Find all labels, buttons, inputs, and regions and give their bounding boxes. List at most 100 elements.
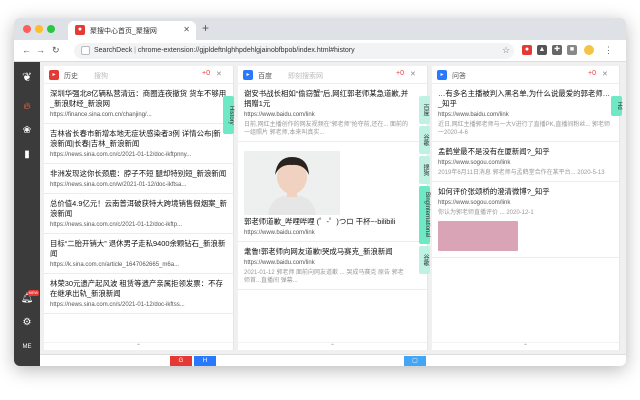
result-item[interactable]: 非洲发现这你长颈鹿：脖子不短 腿却特别短_新浪新闻 https://news.s… [44, 164, 233, 194]
engine-tag-active[interactable]: BingInternational [419, 186, 430, 244]
result-item[interactable]: 如何评价张颂桥的澄清微博?_知乎 https://www.sogou.com/l… [432, 182, 619, 258]
result-url: https://k.sina.com.cn/article_1647062665… [50, 262, 180, 268]
result-item[interactable]: …有多名主播被判入黑名单,为什么说最爱的郭老师…_知乎 https://www.… [432, 84, 619, 142]
tab-bar: ● 聚搜中心首页_聚搜网 ✕ + [14, 18, 626, 40]
forward-button[interactable]: → [36, 45, 45, 55]
result-snippet: 2019年6月11日消息 郭老师与孟鹤堂合作在某平台... 2020-5-13 [438, 170, 605, 176]
result-snippet: 你认为郭老师直播评价 ... 2020-12-1 [438, 210, 534, 216]
history-logo-icon: ▸ [49, 70, 59, 80]
result-item[interactable]: 耄鲁!郭老师向网友道歉!哭成马赛克_新浪新闻 https://www.baidu… [238, 242, 427, 290]
column-title: 问答 [452, 73, 466, 80]
address-bar[interactable]: SearchDeck | chrome-extension://gjpldeft… [74, 43, 514, 59]
column-count[interactable]: +0 [588, 70, 596, 77]
result-item[interactable]: 孟鹤堂最不是没有在厦新闻?_知乎 https://www.sogou.com/l… [432, 142, 619, 182]
result-title[interactable]: 目标“二胎开销大” 退休男子走私9400余颗钻石_新浪新闻 [50, 239, 227, 259]
extension-icon-2[interactable]: ■ [567, 45, 577, 55]
browser-tab[interactable]: ● 聚搜中心首页_聚搜网 ✕ [68, 21, 196, 40]
baidu-logo-icon: ▸ [243, 70, 253, 80]
result-url: https://www.baidu.com/link [244, 112, 315, 118]
bell-icon[interactable]: 🔔︎ NEW [14, 290, 40, 308]
extension-page-icon [81, 46, 90, 55]
result-url: https://news.sina.com.cn/c/2021-01-12/do… [50, 222, 183, 228]
column-title: 历史 [64, 73, 78, 80]
result-url: https://news.sina.com.cn/c/2021-01-12/do… [50, 152, 192, 158]
bottom-engine-button[interactable]: ▢ [404, 356, 426, 366]
page-content: ❦ 🔥︎ ❀ ▮ 🔔︎ NEW ⚙ ME ▸ 历史 搜狗 +0 ✕ 深圳华强北8亿… [14, 62, 626, 366]
result-item[interactable]: 总价值4.9亿元！云南普洱破获特大跨境销售假烟案_新浪新闻 https://ne… [44, 194, 233, 234]
gear-icon[interactable]: ⚙ [14, 314, 40, 332]
result-item[interactable]: 林荣30元遗产起风波 租赁等遗产亲属拒领发票：不存在继承出轨_新浪新闻 http… [44, 274, 233, 314]
minimize-window-button[interactable] [35, 25, 43, 33]
column-close-icon[interactable]: ✕ [602, 70, 608, 78]
result-title[interactable]: 孟鹤堂最不是没有在厦新闻?_知乎 [438, 147, 613, 157]
column-history: ▸ 历史 搜狗 +0 ✕ 深圳华强北8亿辆私营清远：商圈连夜撤货 货车不够用_新… [44, 66, 234, 350]
engine-tag-history[interactable]: History [223, 96, 234, 134]
new-tab-button[interactable]: + [202, 21, 209, 35]
engine-tag[interactable]: 谷歌 [419, 246, 430, 274]
result-url: https://www.baidu.com/link [244, 260, 315, 266]
column-count[interactable]: +0 [396, 70, 404, 77]
column-close-icon[interactable]: ✕ [410, 70, 416, 78]
scroll-top-button[interactable]: ⌃ [44, 342, 233, 350]
result-item[interactable]: 深圳华强北8亿辆私营清远：商圈连夜撤货 货车不够用_新浪财经_新浪网 https… [44, 84, 233, 124]
paw-icon[interactable]: ❀ [14, 122, 40, 140]
qa-logo-icon: ▸ [437, 70, 447, 80]
puzzle-extensions-icon[interactable]: ✚ [552, 45, 562, 55]
result-snippet: 2021-01-12 郭老师 面前向网友道歉 ... 哭成马赛克 原告 郭老师首… [244, 270, 404, 284]
result-item[interactable]: 谢安书战长相如“偷窃蟹”后,网红郭老师某急道歉,并捐赠1元 https://ww… [238, 84, 427, 142]
column-baidu: ▸ 百度 即刻搜索网 +0 ✕ 谢安书战长相如“偷窃蟹”后,网红郭老师某急道歉,… [238, 66, 428, 350]
result-snippet: 近日,网红主播郭老师与一大V进行了直播PK,直播间粉丝... 郭老师 一2020… [438, 122, 611, 136]
result-item[interactable]: 吉林省长春市新增本地无症状感染者3例 详情公布|新浪新闻|长春|吉林_新浪新闻 … [44, 124, 233, 164]
result-title[interactable]: 郭老师道歉_哔哩哔哩 (゜-゜)つロ 干杯~-bilibili [244, 217, 409, 227]
portrait-photo[interactable] [244, 151, 340, 215]
me-button[interactable]: ME [14, 338, 40, 356]
result-title[interactable]: 非洲发现这你长颈鹿：脖子不短 腿却特别短_新浪新闻 [50, 169, 227, 179]
reload-button[interactable]: ↻ [52, 45, 60, 56]
close-window-button[interactable] [23, 25, 31, 33]
result-title[interactable]: 深圳华强北8亿辆私营清远：商圈连夜撤货 货车不够用_新浪财经_新浪网 [50, 89, 227, 109]
tab-favicon-icon: ● [75, 25, 85, 35]
engine-tag-qa[interactable]: Hd [611, 96, 622, 116]
engine-tag[interactable]: 搜狗 [419, 156, 430, 184]
maximize-window-button[interactable] [47, 25, 55, 33]
profile-avatar[interactable] [584, 45, 594, 55]
back-button[interactable]: ← [22, 45, 31, 55]
book-icon[interactable]: ▮ [14, 146, 40, 164]
fire-icon[interactable]: 🔥︎ [14, 98, 40, 116]
column-query: 即刻搜索网 [288, 73, 323, 80]
scroll-top-button[interactable]: ⌃ [238, 342, 427, 350]
column-qa: ▸ 问答 +0 ✕ …有多名主播被判入黑名单,为什么说最爱的郭老师…_知乎 ht… [432, 66, 620, 350]
result-item[interactable]: 郭老师道歉_哔哩哔哩 (゜-゜)つロ 干杯~-bilibili https://… [238, 142, 427, 242]
result-title[interactable]: 谢安书战长相如“偷窃蟹”后,网红郭老师某急道歉,并捐赠1元 [244, 89, 409, 109]
result-title[interactable]: 总价值4.9亿元！云南普洱破获特大跨境销售假烟案_新浪新闻 [50, 199, 227, 219]
column-close-icon[interactable]: ✕ [216, 70, 222, 78]
sidebar: ❦ 🔥︎ ❀ ▮ 🔔︎ NEW ⚙ ME [14, 62, 40, 366]
column-count[interactable]: +0 [202, 70, 210, 77]
result-url: https://news.sina.com.cn/s/2021-01-12/do… [50, 302, 185, 308]
column-header: ▸ 百度 即刻搜索网 +0 ✕ [238, 66, 427, 84]
result-thumbnail[interactable] [438, 221, 518, 251]
menu-icon[interactable]: ⋮ [604, 45, 613, 56]
engine-tag[interactable]: 百度 [419, 96, 430, 124]
tab-close-icon[interactable]: ✕ [183, 25, 190, 34]
app-logo-icon[interactable]: ❦ [14, 68, 40, 86]
omnibox-url: chrome-extension://gjpldeftnlghhpdehlgja… [137, 47, 355, 54]
browser-toolbar: ← → ↻ SearchDeck | chrome-extension://gj… [14, 40, 626, 62]
bottom-engine-button[interactable]: G [170, 356, 192, 366]
result-title[interactable]: …有多名主播被判入黑名单,为什么说最爱的郭老师…_知乎 [438, 89, 613, 109]
result-title[interactable]: 如何评价张颂桥的澄清微博?_知乎 [438, 187, 613, 197]
bookmark-star-icon[interactable]: ☆ [502, 45, 510, 56]
column-header: ▸ 历史 搜狗 +0 ✕ [44, 66, 233, 84]
column-query: 搜狗 [94, 73, 108, 80]
bottom-engine-button[interactable]: H [194, 356, 216, 366]
result-item[interactable]: 目标“二胎开销大” 退休男子走私9400余颗钻石_新浪新闻 https://k.… [44, 234, 233, 274]
result-title[interactable]: 耄鲁!郭老师向网友道歉!哭成马赛克_新浪新闻 [244, 247, 409, 257]
browser-window: ● 聚搜中心首页_聚搜网 ✕ + ← → ↻ SearchDeck | chro… [14, 18, 626, 366]
extension-icon[interactable]: ▲ [537, 45, 547, 55]
result-title[interactable]: 林荣30元遗产起风波 租赁等遗产亲属拒领发票：不存在继承出轨_新浪新闻 [50, 279, 227, 299]
result-url: https://finance.sina.com.cn/chanjing/... [50, 112, 152, 118]
engine-tag[interactable]: 谷歌 [419, 126, 430, 154]
searchdeck-extension-icon[interactable]: ● [522, 45, 532, 55]
scroll-top-button[interactable]: ⌃ [432, 342, 619, 350]
result-title[interactable]: 吉林省长春市新增本地无症状感染者3例 详情公布|新浪新闻|长春|吉林_新浪新闻 [50, 129, 227, 149]
